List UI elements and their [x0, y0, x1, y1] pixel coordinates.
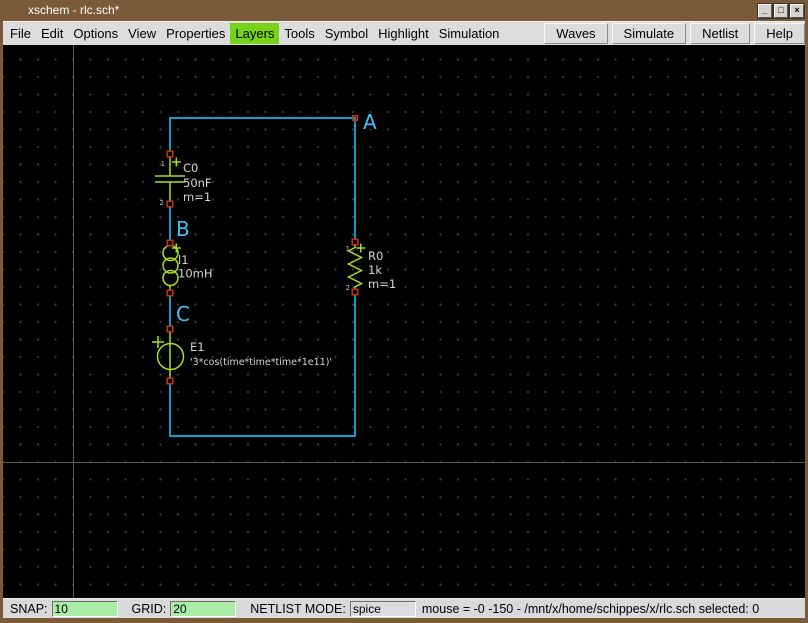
window-title: xschem - rlc.sch* — [28, 3, 120, 17]
menubar: File Edit Options View Properties Layers… — [3, 21, 805, 45]
snap-label: SNAP: — [10, 601, 48, 616]
window-controls: _ □ × — [757, 3, 805, 19]
source-value: '3*cos(time*time*time*1e11)' — [190, 357, 332, 368]
netlist-mode-input[interactable]: spice — [349, 600, 416, 617]
pin-icon — [166, 200, 174, 208]
source-name: E1 — [190, 340, 205, 354]
menu-properties[interactable]: Properties — [161, 23, 230, 44]
component-resistor[interactable]: 1 2 R0 1k m=1 — [346, 238, 397, 296]
menu-options[interactable]: Options — [68, 23, 123, 44]
menu-view[interactable]: View — [123, 23, 161, 44]
xschem-window: xschem - rlc.sch* _ □ × File Edit Option… — [0, 0, 808, 623]
pin-icon — [166, 150, 174, 158]
menu-edit[interactable]: Edit — [36, 23, 68, 44]
resistor-value: 1k — [368, 263, 382, 277]
schematic-canvas[interactable]: 1 2 C0 50nF m=1 l1 10mH E1 '3*cos(time*t… — [3, 45, 805, 598]
snap-input[interactable]: 10 — [51, 600, 118, 617]
mouse-status: mouse = -0 -150 - /mnt/x/home/schippes/x… — [421, 601, 760, 616]
inductor-value: 10mH — [178, 267, 212, 281]
menu-highlight[interactable]: Highlight — [373, 23, 434, 44]
titlebar: xschem - rlc.sch* _ □ × — [0, 0, 808, 21]
origin-axes — [3, 45, 805, 598]
menu-file[interactable]: File — [5, 23, 36, 44]
capacitor-name: C0 — [183, 161, 198, 175]
node-label-c[interactable]: C — [176, 302, 190, 326]
maximize-icon[interactable]: □ — [773, 3, 789, 19]
help-button[interactable]: Help — [754, 23, 805, 44]
pin-number: 1 — [161, 160, 165, 168]
menu-simulation[interactable]: Simulation — [434, 23, 505, 44]
statusbar: SNAP: 10 GRID: 20 NETLIST MODE: spice mo… — [3, 598, 805, 618]
close-icon[interactable]: × — [789, 3, 805, 19]
resistor-name: R0 — [368, 249, 383, 263]
pin-number: 2 — [160, 199, 164, 207]
pin-icon — [351, 288, 359, 296]
simulate-button[interactable]: Simulate — [611, 23, 687, 44]
inductor-name: l1 — [178, 253, 189, 267]
component-capacitor[interactable]: 1 2 C0 50nF m=1 — [155, 150, 212, 208]
node-label-b[interactable]: B — [176, 217, 190, 241]
plus-mark-icon — [171, 157, 181, 167]
minimize-icon[interactable]: _ — [757, 3, 773, 19]
grid-input[interactable]: 20 — [170, 600, 237, 617]
netlist-mode-label: NETLIST MODE: — [250, 601, 346, 616]
pin-icon — [166, 377, 174, 385]
resistor-mult: m=1 — [368, 277, 396, 291]
node-label-a[interactable]: A — [363, 110, 377, 134]
capacitor-value: 50nF — [183, 176, 212, 190]
capacitor-mult: m=1 — [183, 190, 211, 204]
netlist-button[interactable]: Netlist — [690, 23, 751, 44]
pin-icon — [166, 325, 174, 333]
pin-icon — [351, 238, 359, 246]
component-inductor[interactable]: l1 10mH — [162, 239, 212, 297]
waves-button[interactable]: Waves — [544, 23, 608, 44]
menu-symbol[interactable]: Symbol — [320, 23, 373, 44]
menu-tools[interactable]: Tools — [279, 23, 319, 44]
menu-layers[interactable]: Layers — [230, 23, 280, 44]
pin-icon — [166, 289, 174, 297]
schematic-drawing[interactable]: 1 2 C0 50nF m=1 l1 10mH E1 '3*cos(time*t… — [3, 45, 805, 598]
grid-label: GRID: — [131, 601, 167, 616]
pin-number: 2 — [346, 284, 350, 292]
pin-number: 1 — [346, 245, 350, 253]
component-source[interactable]: E1 '3*cos(time*time*time*1e11)' — [152, 325, 332, 385]
